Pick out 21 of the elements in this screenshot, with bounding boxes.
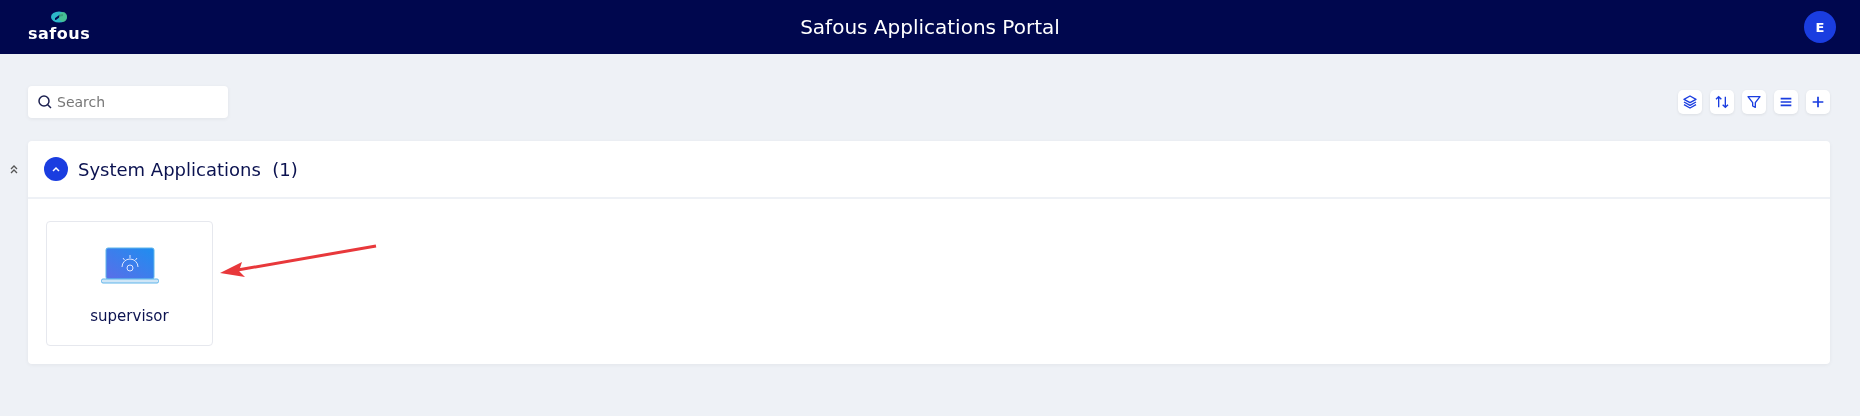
sort-button[interactable]	[1710, 90, 1734, 114]
collapse-icon[interactable]	[8, 163, 20, 175]
app-tile[interactable]: supervisor	[46, 221, 213, 346]
filter-icon	[1746, 94, 1762, 110]
menu-button[interactable]	[1774, 90, 1798, 114]
search-icon	[38, 95, 52, 109]
sort-icon	[1714, 94, 1730, 110]
search-field[interactable]: Search	[28, 86, 228, 118]
toggle-button[interactable]	[44, 157, 68, 181]
user-avatar[interactable]: E	[1804, 11, 1836, 43]
section-title: System Applications (1)	[78, 158, 298, 180]
filter-button[interactable]	[1742, 90, 1766, 114]
logo-icon	[50, 11, 69, 23]
plus-button[interactable]	[1806, 90, 1830, 114]
logo-text: safous	[28, 24, 91, 43]
portal-title: Safous Applications Portal	[800, 15, 1060, 39]
layers-button[interactable]	[1678, 90, 1702, 114]
app-name: supervisor	[90, 307, 169, 325]
laptop-icon	[100, 247, 159, 285]
layers-icon	[1682, 94, 1698, 110]
plus-icon	[1810, 94, 1826, 110]
